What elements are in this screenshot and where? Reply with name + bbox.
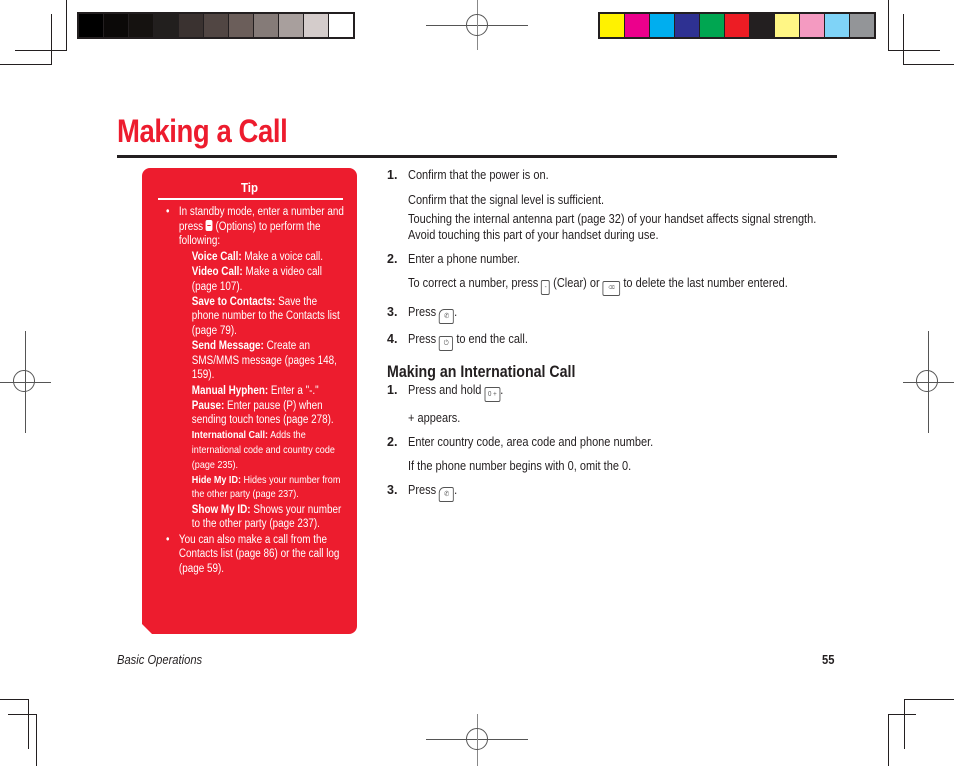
grayscale-color-bar	[77, 12, 355, 39]
step-1: 1. Confirm that the power is on. Confirm…	[387, 168, 817, 242]
color-swatch	[79, 14, 103, 37]
color-swatch	[179, 14, 203, 37]
tip-option-label: Hide My ID:	[191, 473, 241, 486]
footer-section-name: Basic Operations	[117, 652, 203, 667]
tip-heading: Tip	[241, 180, 258, 195]
tip-option-desc: Enter a "-."	[270, 384, 319, 397]
section-heading: Making an International Call	[387, 363, 576, 381]
page-number: 55	[822, 652, 835, 667]
color-swatch	[600, 14, 624, 37]
intl-step-1: 1. Press and hold 0 +. + appears.	[387, 383, 504, 425]
color-swatch	[229, 14, 253, 37]
cmyk-color-bar	[598, 12, 876, 39]
tip-option-label: Pause:	[191, 399, 225, 412]
tip-option: Save to Contacts: Save the phone number …	[192, 295, 346, 339]
step-note: + appears.	[408, 411, 461, 425]
color-swatch	[329, 14, 353, 37]
tip-option-label: Manual Hyphen:	[191, 384, 269, 397]
color-swatch	[304, 14, 328, 37]
step-note: If the phone number begins with 0, omit …	[408, 459, 632, 473]
color-swatch	[279, 14, 303, 37]
step-note: To correct a number, press - (Clear) or …	[408, 275, 788, 296]
clear-softkey-icon: -	[541, 280, 551, 295]
tip-option: Hide My ID: Hides your number from the o…	[192, 473, 346, 502]
tip-option: Pause: Enter pause (P) when sending touc…	[192, 399, 346, 428]
color-swatch	[675, 14, 699, 37]
tip-box: Tip In standby mode, enter a number and …	[142, 168, 357, 634]
color-swatch	[750, 14, 774, 37]
color-swatch	[850, 14, 874, 37]
tip-option-label: Save to Contacts:	[191, 295, 276, 308]
tip-divider	[158, 198, 343, 200]
step-note: Confirm that the signal level is suffici…	[408, 193, 605, 207]
call-send-key-icon: ✆	[439, 487, 455, 502]
tip-option-label: Show My ID:	[191, 503, 251, 516]
tip-option-desc: Make a voice call.	[244, 250, 324, 263]
title-rule	[117, 155, 837, 158]
tip-option: International Call: Adds the internation…	[192, 428, 346, 472]
tip-option-label: Video Call:	[191, 265, 243, 278]
color-swatch	[650, 14, 674, 37]
step-3: 3. Press ✆.	[387, 304, 847, 324]
color-swatch	[154, 14, 178, 37]
color-swatch	[625, 14, 649, 37]
tip-option: Video Call: Make a video call (page 107)…	[192, 265, 346, 294]
softkey-icon	[206, 220, 213, 231]
main-content: 1. Confirm that the power is on. Confirm…	[387, 167, 847, 502]
tip-option: Voice Call: Make a voice call.	[192, 250, 346, 265]
step-2: 2. Enter a phone number. To correct a nu…	[387, 251, 847, 296]
color-swatch	[204, 14, 228, 37]
tip-bullet: In standby mode, enter a number and pres…	[166, 205, 346, 532]
color-swatch	[104, 14, 128, 37]
intl-step-3: 3. Press ✆.	[387, 482, 847, 502]
call-send-key-icon: ✆	[439, 309, 455, 324]
color-swatch	[825, 14, 849, 37]
tip-option: Send Message: Create an SMS/MMS message …	[192, 339, 346, 383]
color-swatch	[800, 14, 824, 37]
intl-step-2: 2. Enter country code, area code and pho…	[387, 435, 654, 473]
color-swatch	[129, 14, 153, 37]
end-power-key-icon: ⏻	[439, 336, 454, 351]
tip-option-label: Voice Call:	[191, 250, 242, 263]
tip-options-list: Voice Call: Make a voice call. Video Call…	[179, 250, 346, 532]
tip-option: Manual Hyphen: Enter a "-."	[192, 384, 346, 399]
zero-plus-key-icon: 0 +	[484, 387, 501, 402]
step-note: Touching the internal antenna part (page…	[408, 212, 817, 226]
tip-option: Show My ID: Shows your number to the oth…	[192, 503, 346, 532]
step-note: Avoid touching this part of your handset…	[408, 228, 659, 242]
tip-bullet: You can also make a call from the Contac…	[166, 533, 346, 577]
color-swatch	[775, 14, 799, 37]
color-swatch	[700, 14, 724, 37]
color-swatch	[725, 14, 749, 37]
backspace-key-icon: ⌫	[602, 281, 621, 296]
page-title: Making a Call	[117, 113, 288, 149]
tip-option-label: International Call:	[191, 429, 269, 442]
tip-option-label: Send Message:	[191, 340, 264, 353]
color-swatch	[254, 14, 278, 37]
step-4: 4. Press ⏻ to end the call.	[387, 331, 847, 351]
